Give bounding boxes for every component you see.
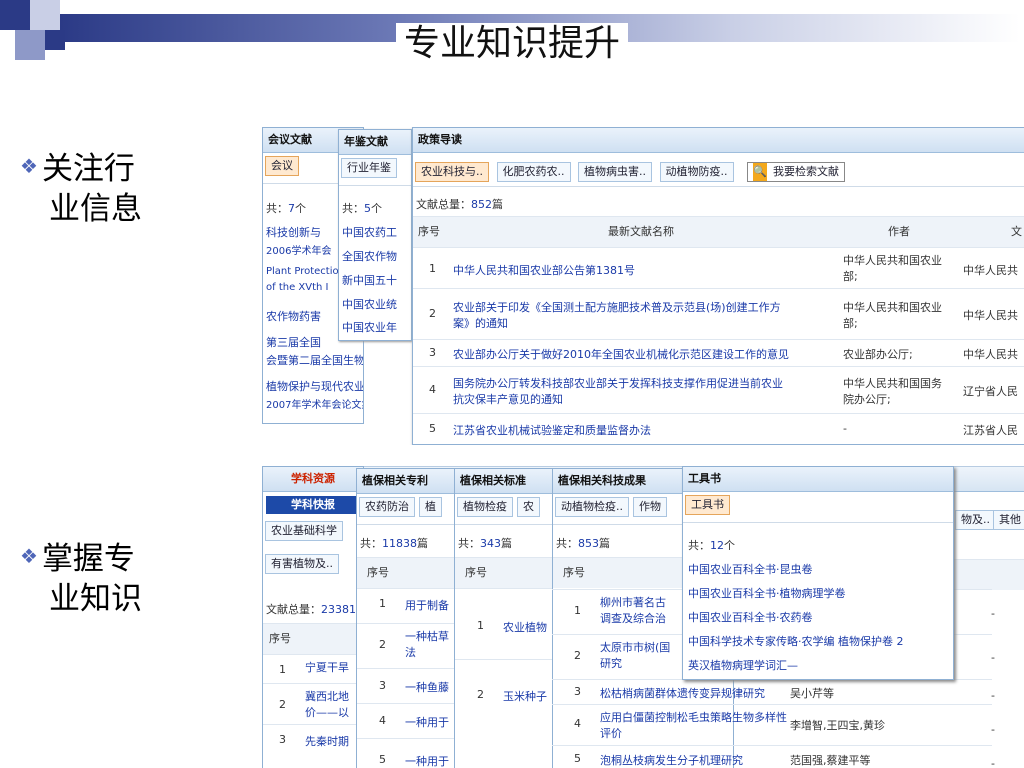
tab-subject-news[interactable]: 学科快报 <box>266 496 360 514</box>
meeting-item[interactable]: 科技创新与 <box>266 224 321 240</box>
col-org: 文 <box>1011 225 1022 238</box>
toolbook-item[interactable]: 中国农业百科全书·农药卷 <box>688 609 813 625</box>
policy-header[interactable]: 政策导读 <box>413 128 1024 153</box>
meeting-item[interactable]: 2006学术年会 <box>266 242 331 257</box>
table-row[interactable]: 5 江苏省农业机械试验鉴定和质量监督办法 - 江苏省人民 <box>413 413 1024 444</box>
meeting-item[interactable]: 农作物药害 <box>266 308 321 324</box>
col-no: 序号 <box>418 225 440 238</box>
bullet-professional-knowledge: ❖ 掌握专 业知识 <box>20 541 142 617</box>
toolbook-item[interactable]: 中国科学技术专家传略·农学编 植物保护卷 2 <box>688 633 904 649</box>
subject-total: 文献总量：23381 <box>266 603 356 616</box>
table-row[interactable]: 1 宁夏干旱 <box>263 654 363 683</box>
toolbook-count: 共：12个 <box>688 539 735 552</box>
toolbook-panel: 工具书 工具书 共：12个 中国农业百科全书·昆虫卷 中国农业百科全书·植物病理… <box>682 466 954 680</box>
table-row[interactable]: 4 国务院办公厅转发科技部农业部关于发挥科技支撑作用促进当前农业 抗灾保丰产意见… <box>413 366 1024 413</box>
tab-other[interactable]: 其他 <box>993 510 1024 530</box>
yearbook-item[interactable]: 新中国五十 <box>342 272 397 288</box>
table-row[interactable]: 3 松枯梢病菌群体遗传变异规律研究 吴小芹等 <box>552 679 992 704</box>
yearbook-count: 共：5个 <box>342 202 382 215</box>
table-row[interactable]: 1 用于制备 <box>357 588 457 623</box>
table-row[interactable]: 2 一种枯草法 <box>357 623 457 668</box>
table-row[interactable]: 1 中华人民共和国农业部公告第1381号 中华人民共和国农业 部; 中华人民共 <box>413 247 1024 288</box>
meeting-count: 共：7个 <box>266 202 306 215</box>
tab-more-1[interactable]: 物及.. <box>955 510 996 530</box>
table-row[interactable]: 4 应用白僵菌控制松毛虫策略生物多样性 评价 李增智,王四宝,黄珍 <box>552 704 992 745</box>
tab-animal-plant-quarantine[interactable]: 动植物防疫.. <box>659 162 734 182</box>
yearbook-item[interactable]: 中国农业年 <box>342 319 397 335</box>
yearbook-item[interactable]: 全国农作物 <box>342 248 397 264</box>
tab-animal-plant-quarantine-2[interactable]: 动植物检疫.. <box>555 497 629 517</box>
industry-info-screenshot: 会议文献 会议 共：7个 科技创新与 2006学术年会 Plant Protec… <box>262 127 1024 445</box>
patent-header[interactable]: 植保相关专利 <box>357 469 457 494</box>
diamond-bullet-icon: ❖ <box>20 154 38 178</box>
search-icon: 🔍 <box>753 163 767 181</box>
achievement-count: 共：853篇 <box>556 537 610 550</box>
yearbook-header[interactable]: 年鉴文献 <box>339 130 411 155</box>
yearbook-item[interactable]: 中国农业统 <box>342 296 397 312</box>
standard-panel: 植保相关标准 植物检疫农 共：343篇 序号 1 农业植物 2 玉米种子 <box>454 468 556 768</box>
table-row[interactable]: 5 泡桐丛枝病发生分子机理研究 范国强,蔡建平等 <box>552 745 992 768</box>
tab-agri-tech[interactable]: 农业科技与.. <box>415 162 489 182</box>
policy-total: 文献总量：852篇 <box>416 198 503 211</box>
table-row[interactable]: 2 玉米种子 <box>455 659 555 730</box>
tab-plant-quarantine[interactable]: 植物检疫 <box>457 497 513 517</box>
policy-table-header: 序号 最新文献名称 作者 文 <box>413 216 1024 247</box>
meeting-item[interactable]: Plant Protectio <box>266 266 339 277</box>
tab-plant-pest[interactable]: 植物病虫害.. <box>578 162 652 182</box>
table-row[interactable]: 2 冀西北地 价——以 <box>263 683 363 724</box>
professional-knowledge-screenshot: 物及.. 其他 - - - - - 学科资源 学科快报 农业基础科学 有害植物及… <box>262 466 1024 768</box>
table-row[interactable]: 5 一种用于 <box>357 738 457 768</box>
meeting-item[interactable]: 会暨第二届全国生物农药 <box>266 352 363 368</box>
subject-resource-panel: 学科资源 学科快报 农业基础科学 有害植物及.. 文献总量：23381 序号 1… <box>262 466 364 768</box>
tab-meeting[interactable]: 会议 <box>265 156 299 176</box>
patent-count: 共：11838篇 <box>360 537 428 550</box>
toolbook-item[interactable]: 英汉植物病理学词汇— <box>688 657 798 673</box>
bullet-industry-info: ❖ 关注行 业信息 <box>20 151 142 227</box>
meeting-item[interactable]: of the XVth I <box>266 282 329 293</box>
table-row[interactable]: 3 先秦时期 <box>263 724 363 755</box>
toolbook-item[interactable]: 中国农业百科全书·昆虫卷 <box>688 561 813 577</box>
yearbook-item[interactable]: 中国农药工 <box>342 224 397 240</box>
meeting-item[interactable]: 2007年学术年会论文集 <box>266 396 363 411</box>
subject-resource-header[interactable]: 学科资源 <box>263 467 363 492</box>
table-row[interactable]: 1 农业植物 <box>455 588 555 659</box>
tab-patent-2[interactable]: 植 <box>419 497 442 517</box>
tab-industry-yearbook[interactable]: 行业年鉴 <box>341 158 397 178</box>
tab-toolbook[interactable]: 工具书 <box>685 495 730 515</box>
patent-panel: 植保相关专利 农药防治植 共：11838篇 序号 1 用于制备 2 一种枯草法 3一… <box>356 468 458 768</box>
diamond-bullet-icon: ❖ <box>20 544 38 568</box>
col-latest-name: 最新文献名称 <box>608 225 674 238</box>
slide-title: 专业知识提升 <box>0 14 1024 74</box>
table-row[interactable]: 3 农业部办公厅关于做好2010年全国农业机械化示范区建设工作的意见 农业部办公… <box>413 339 1024 366</box>
standard-header[interactable]: 植保相关标准 <box>455 469 555 494</box>
tab-standard-2[interactable]: 农 <box>517 497 540 517</box>
policy-panel: 政策导读 农业科技与.. 化肥农药农.. 植物病虫害.. 动植物防疫.. 🔍 我要… <box>412 127 1024 445</box>
tab-crop[interactable]: 作物 <box>633 497 667 517</box>
yearbook-panel: 年鉴文献 行业年鉴 共：5个 中国农药工 全国农作物 新中国五十 中国农业统 中… <box>338 129 412 341</box>
meeting-item[interactable]: 植物保护与现代农业—— <box>266 378 363 394</box>
search-literature-button[interactable]: 🔍 我要检索文献 <box>747 162 845 182</box>
col-author: 作者 <box>888 225 910 238</box>
table-row[interactable]: 4 一种用于 <box>357 703 457 738</box>
tab-pesticide-control[interactable]: 农药防治 <box>359 497 415 517</box>
tab-agri-basic-science[interactable]: 农业基础科学 <box>265 521 343 541</box>
table-row[interactable]: 2 农业部关于印发《全国测土配方施肥技术普及示范县(场)创建工作方 案》的通知 … <box>413 288 1024 339</box>
meeting-item[interactable]: 第三届全国 <box>266 334 321 350</box>
tab-harmful-plants[interactable]: 有害植物及.. <box>265 554 339 574</box>
table-row[interactable]: 3 一种鱼藤 <box>357 668 457 703</box>
toolbook-header[interactable]: 工具书 <box>683 467 953 492</box>
tab-fertilizer[interactable]: 化肥农药农.. <box>496 162 571 182</box>
toolbook-item[interactable]: 中国农业百科全书·植物病理学卷 <box>688 585 846 601</box>
standard-count: 共：343篇 <box>458 537 512 550</box>
